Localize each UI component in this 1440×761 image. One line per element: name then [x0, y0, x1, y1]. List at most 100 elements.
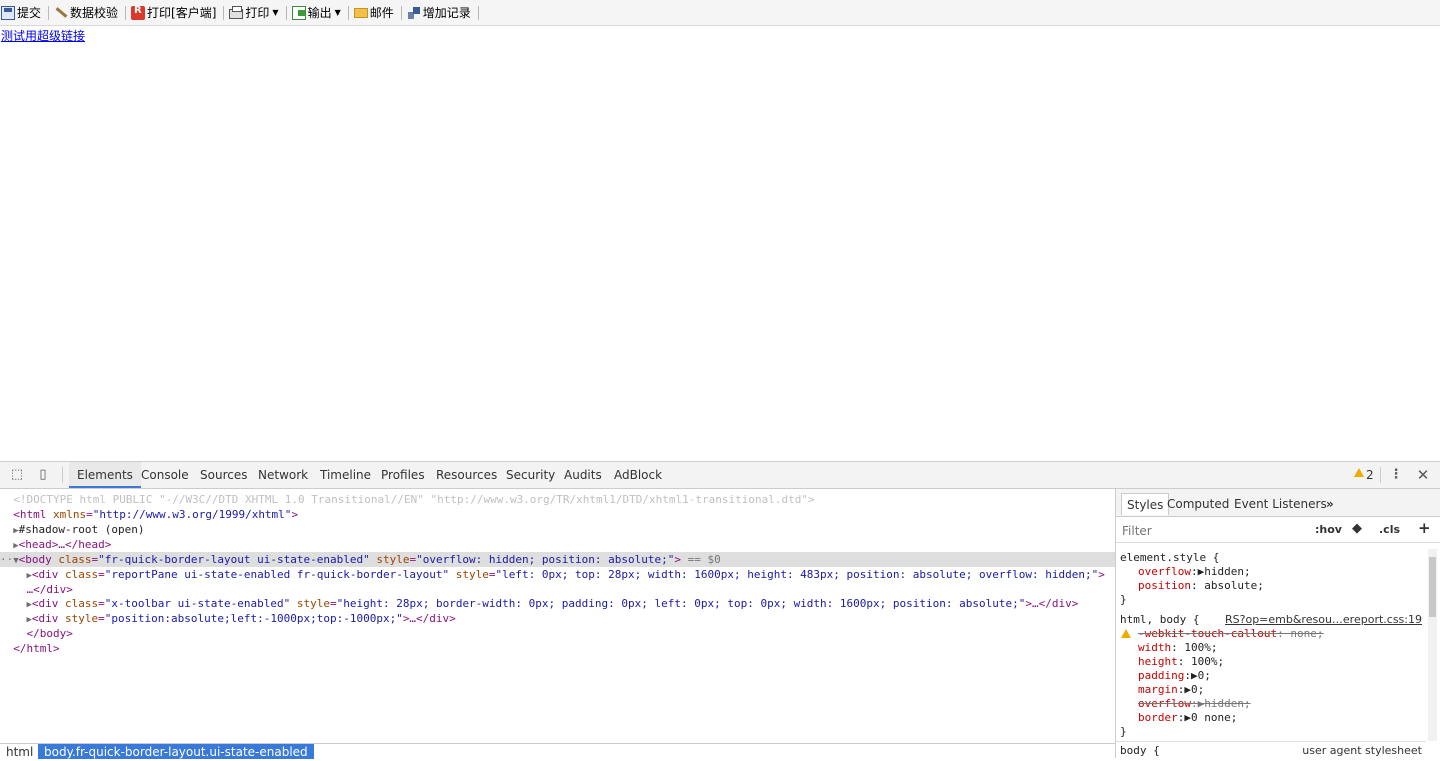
- tab-console[interactable]: Console: [133, 462, 197, 488]
- css-prop-row[interactable]: overflow:▶hidden;: [1138, 697, 1251, 711]
- css-selector: html, body {: [1120, 613, 1200, 626]
- styles-scrollbar[interactable]: [1428, 549, 1437, 741]
- new-rule-icon[interactable]: +: [1418, 519, 1431, 537]
- dom-div-toolbar[interactable]: ▶<div class="x-toolbar ui-state-enabled"…: [0, 596, 1115, 611]
- scrollbar-thumb[interactable]: [1429, 557, 1436, 617]
- body-tag: <body: [18, 553, 52, 566]
- attr-value: "position:absolute;left:-1000px;top:-100…: [104, 612, 403, 625]
- attr-name: xmlns: [53, 508, 87, 521]
- prop-value: absolute;: [1204, 579, 1264, 592]
- dropdown-arrow-icon: ▼: [272, 8, 279, 17]
- prop-value: hidden;: [1204, 697, 1251, 710]
- filter-bar: :hov ◆ .cls +: [1116, 517, 1440, 543]
- inspect-element-icon[interactable]: ⬚: [9, 467, 25, 483]
- print-client-label: 打印[客户端]: [147, 6, 217, 20]
- more-tabs-icon[interactable]: »: [1321, 493, 1339, 515]
- prop-name: height: [1138, 655, 1178, 668]
- css-prop-row[interactable]: position: absolute;: [1138, 579, 1264, 593]
- dom-div-offscreen[interactable]: ▶<div style="position:absolute;left:-100…: [0, 611, 1115, 626]
- dom-html-close[interactable]: </html>: [0, 641, 1115, 656]
- add-record-icon: [407, 6, 421, 20]
- submit-label: 提交: [17, 6, 42, 20]
- color-format-icon[interactable]: ◆: [1352, 521, 1362, 536]
- breadcrumb: html body.fr-quick-border-layout.ui-stat…: [0, 743, 1115, 759]
- prop-value: 100%;: [1184, 641, 1218, 654]
- css-source-link[interactable]: RS?op=emb&resou…ereport.css:19: [1225, 613, 1422, 626]
- tab-network[interactable]: Network: [250, 462, 316, 488]
- verify-label: 数据校验: [70, 6, 119, 20]
- report-toolbar: 提交 数据校验 打印[客户端] 打印 ▼ 输出 ▼ 邮件 增加记录: [0, 0, 1440, 26]
- prop-name: -webkit-touch-callout: [1138, 627, 1278, 640]
- prop-value: hidden;: [1204, 565, 1251, 578]
- print-button[interactable]: 打印 ▼: [228, 2, 281, 24]
- tab-separator: [1380, 467, 1381, 483]
- selected-marker: == $0: [687, 553, 721, 566]
- css-prop-row[interactable]: height: 100%;: [1138, 655, 1224, 669]
- dom-head[interactable]: ▶<head>…</head>: [0, 537, 1115, 552]
- styles-filter-input[interactable]: [1120, 521, 1304, 541]
- print-label: 打印: [245, 6, 270, 20]
- styles-sidebar: Styles Computed Event Listeners » :hov ◆…: [1115, 489, 1440, 758]
- warning-icon[interactable]: [1354, 468, 1364, 477]
- hover-state-toggle[interactable]: :hov: [1315, 523, 1342, 536]
- shadow-root-text: #shadow-root (open): [18, 523, 145, 536]
- tab-profiles[interactable]: Profiles: [373, 462, 433, 488]
- tab-sources[interactable]: Sources: [192, 462, 255, 488]
- verify-icon: [54, 6, 68, 20]
- attr-name: style: [376, 553, 410, 566]
- dom-shadow-root[interactable]: ▶#shadow-root (open): [0, 522, 1115, 537]
- warning-count[interactable]: 2: [1366, 462, 1374, 489]
- device-mode-icon[interactable]: ▯: [35, 467, 51, 483]
- more-options-icon[interactable]: ⋮: [1388, 467, 1404, 483]
- devtools-tabbar: ⬚ ▯ Elements Console Sources Network Tim…: [0, 462, 1440, 489]
- tab-security[interactable]: Security: [498, 462, 563, 488]
- attr-value: "http://www.w3.org/1999/xhtml": [92, 508, 292, 521]
- prop-name: overflow: [1138, 565, 1191, 578]
- dropdown-arrow-icon: ▼: [334, 8, 341, 17]
- dom-doctype[interactable]: <!DOCTYPE html PUBLIC "-//W3C//DTD XHTML…: [0, 492, 1115, 507]
- devtools-panel: ⬚ ▯ Elements Console Sources Network Tim…: [0, 461, 1440, 759]
- prop-name: padding: [1138, 669, 1185, 682]
- tab-computed[interactable]: Computed: [1162, 493, 1234, 515]
- tab-event-listeners[interactable]: Event Listeners: [1229, 493, 1332, 515]
- tab-timeline[interactable]: Timeline: [312, 462, 379, 488]
- add-record-label: 增加记录: [422, 6, 471, 20]
- css-rule-close: }: [1120, 725, 1127, 738]
- export-button[interactable]: 输出 ▼: [291, 2, 344, 24]
- dom-body-selected[interactable]: ··▼<body class="fr-quick-border-layout u…: [0, 552, 1115, 567]
- verify-data-button[interactable]: 数据校验: [53, 2, 121, 24]
- dom-div-reportpane-close[interactable]: …</div>: [0, 582, 1115, 597]
- tab-elements[interactable]: Elements: [69, 462, 141, 488]
- css-prop-row[interactable]: -webkit-touch-callout: none;: [1138, 627, 1323, 641]
- tab-audits[interactable]: Audits: [556, 462, 610, 488]
- toolbar-separator: [477, 5, 479, 20]
- toolbar-separator: [48, 5, 50, 20]
- css-prop-row[interactable]: margin:▶0;: [1138, 683, 1204, 697]
- attr-value: "fr-quick-border-layout ui-state-enabled…: [98, 553, 370, 566]
- test-hyperlink[interactable]: 测试用超级链接: [1, 27, 85, 44]
- dom-body-close[interactable]: </body>: [0, 626, 1115, 641]
- print-client-button[interactable]: 打印[客户端]: [130, 2, 219, 24]
- body-close-tag: </body>: [26, 627, 73, 640]
- prop-name: border: [1138, 711, 1178, 724]
- class-toggle[interactable]: .cls: [1379, 523, 1400, 536]
- html-close-tag: </html>: [13, 642, 60, 655]
- rule-divider: [1116, 741, 1426, 742]
- dom-div-reportpane[interactable]: ▶<div class="reportPane ui-state-enabled…: [0, 567, 1115, 582]
- tab-adblock[interactable]: AdBlock: [606, 462, 670, 488]
- submit-button[interactable]: 提交: [0, 2, 44, 24]
- css-prop-row[interactable]: border:▶0 none;: [1138, 711, 1237, 725]
- styles-tabbar: Styles Computed Event Listeners »: [1116, 489, 1440, 517]
- add-record-button[interactable]: 增加记录: [406, 2, 474, 24]
- close-icon[interactable]: ✕: [1415, 467, 1431, 483]
- prop-value: 0;: [1191, 683, 1205, 696]
- css-prop-row[interactable]: padding:▶0;: [1138, 669, 1211, 683]
- dom-html-open[interactable]: <html xmlns="http://www.w3.org/1999/xhtm…: [0, 507, 1115, 522]
- prop-name: width: [1138, 641, 1172, 654]
- css-prop-row[interactable]: width: 100%;: [1138, 641, 1218, 655]
- prop-value: none;: [1290, 627, 1324, 640]
- tab-resources[interactable]: Resources: [428, 462, 505, 488]
- print-client-icon: [131, 5, 146, 20]
- mail-button[interactable]: 邮件: [353, 2, 397, 24]
- css-prop-row[interactable]: overflow:▶hidden;: [1138, 565, 1251, 579]
